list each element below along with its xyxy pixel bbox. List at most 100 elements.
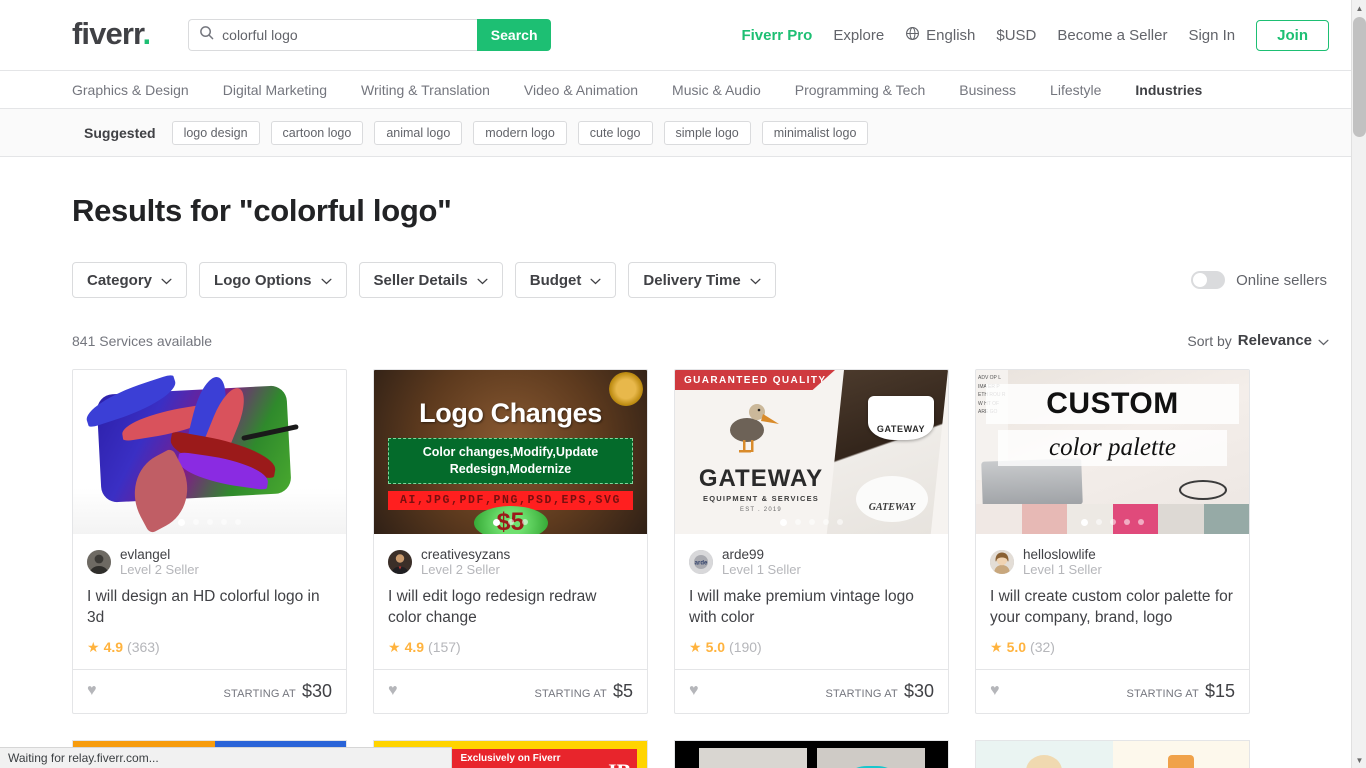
filter-bar: Category Logo Options Seller Details Bud… bbox=[72, 262, 1329, 298]
status-bar: Waiting for relay.fiverr.com... bbox=[0, 747, 452, 768]
filter-seller-details-label: Seller Details bbox=[373, 271, 468, 289]
suggested-chip-modern-logo[interactable]: modern logo bbox=[473, 120, 567, 145]
search-bar: Search bbox=[188, 19, 552, 51]
thumb-green-line-2: Redesign,Modernize bbox=[449, 461, 572, 476]
gig-title[interactable]: I will create custom color palette for y… bbox=[990, 587, 1235, 627]
star-icon: ★ bbox=[689, 638, 702, 655]
suggested-chip-minimalist-logo[interactable]: minimalist logo bbox=[761, 120, 869, 145]
suggested-chip-simple-logo[interactable]: simple logo bbox=[663, 120, 751, 145]
avatar bbox=[388, 550, 412, 575]
seller-info[interactable]: arde arde99 Level 1 Seller bbox=[689, 547, 934, 577]
sort-value: Relevance bbox=[1237, 332, 1312, 349]
seller-level: Level 1 Seller bbox=[1023, 561, 1102, 577]
thumb-green-line-1: Color changes,Modify,Update bbox=[422, 445, 599, 459]
heart-icon[interactable]: ♥ bbox=[87, 682, 97, 700]
filter-delivery-time[interactable]: Delivery Time bbox=[628, 262, 776, 298]
suggested-chip-cartoon-logo[interactable]: cartoon logo bbox=[270, 120, 364, 145]
become-a-seller-link[interactable]: Become a Seller bbox=[1057, 27, 1167, 44]
scroll-down-arrow-icon[interactable]: ▼ bbox=[1352, 752, 1366, 768]
sign-in-link[interactable]: Sign In bbox=[1188, 27, 1235, 44]
nav-explore[interactable]: Explore bbox=[833, 27, 884, 44]
search-button[interactable]: Search bbox=[477, 19, 552, 51]
language-label: English bbox=[926, 26, 976, 44]
nav-fiverr-pro[interactable]: Fiverr Pro bbox=[741, 27, 812, 44]
heart-icon[interactable]: ♥ bbox=[990, 682, 1000, 700]
catnav-item-music-audio[interactable]: Music & Audio bbox=[672, 82, 761, 98]
filter-category[interactable]: Category bbox=[72, 262, 188, 298]
currency-selector[interactable]: $USD bbox=[996, 27, 1036, 44]
chevron-down-icon bbox=[477, 272, 488, 289]
filter-budget[interactable]: Budget bbox=[514, 262, 617, 298]
gig-thumbnail[interactable] bbox=[73, 370, 346, 534]
search-input-wrapper[interactable] bbox=[188, 19, 478, 51]
gig-thumbnail[interactable]: Logo Changes Color changes,Modify,Update… bbox=[374, 370, 647, 534]
price-label: STARTING AT bbox=[1126, 687, 1199, 700]
thumb-badge-1: GATEWAY bbox=[868, 396, 934, 440]
online-sellers-toggle[interactable] bbox=[1191, 271, 1226, 289]
filter-logo-options[interactable]: Logo Options bbox=[199, 262, 347, 298]
price-amount: $5 bbox=[612, 680, 633, 701]
results-count: 841 Services available bbox=[72, 332, 213, 349]
gig-card[interactable]: evlangel Level 2 Seller I will design an… bbox=[72, 369, 347, 714]
filter-seller-details[interactable]: Seller Details bbox=[358, 262, 503, 298]
rating-count: (190) bbox=[729, 639, 762, 656]
suggested-chip-cute-logo[interactable]: cute logo bbox=[577, 120, 653, 145]
gig-title[interactable]: I will make premium vintage logo with co… bbox=[689, 587, 934, 627]
sort-dropdown[interactable]: Sort by Relevance bbox=[1187, 332, 1329, 349]
search-input[interactable] bbox=[222, 27, 468, 43]
gig-card[interactable]: ADV OP L IMA ER P ETH ROU R W HT OF ARE … bbox=[975, 369, 1250, 714]
thumb-line-2: color palette bbox=[998, 430, 1227, 466]
page-scrollbar[interactable]: ▲ ▼ bbox=[1351, 0, 1366, 768]
filter-budget-label: Budget bbox=[529, 271, 582, 289]
carousel-dots[interactable] bbox=[976, 519, 1249, 526]
catnav-item-business[interactable]: Business bbox=[959, 82, 1016, 98]
gig-price: STARTING AT $30 bbox=[825, 681, 934, 702]
catnav-item-programming-tech[interactable]: Programming & Tech bbox=[795, 82, 925, 98]
svg-text:arde: arde bbox=[695, 561, 708, 567]
gig-title[interactable]: I will edit logo redesign redraw color c… bbox=[388, 587, 633, 627]
chevron-down-icon bbox=[750, 272, 761, 289]
gig-card[interactable] bbox=[975, 739, 1250, 768]
catnav-item-writing-translation[interactable]: Writing & Translation bbox=[361, 82, 490, 98]
avatar: arde bbox=[689, 550, 713, 575]
scrollbar-thumb[interactable] bbox=[1353, 17, 1366, 137]
gig-card[interactable]: Logo Changes Color changes,Modify,Update… bbox=[373, 369, 648, 714]
catnav-item-industries[interactable]: Industries bbox=[1135, 82, 1202, 98]
catnav-item-digital-marketing[interactable]: Digital Marketing bbox=[223, 82, 327, 98]
logo-dot: . bbox=[142, 15, 151, 51]
language-selector[interactable]: English bbox=[905, 26, 975, 45]
gig-thumbnail[interactable]: GATEWAY GATEWAY GATEWAY EQUIPMENT & SERV… bbox=[675, 370, 948, 534]
catnav-item-graphics-design[interactable]: Graphics & Design bbox=[72, 82, 189, 98]
heart-icon[interactable]: ♥ bbox=[388, 682, 398, 700]
suggested-chip-animal-logo[interactable]: animal logo bbox=[374, 120, 463, 145]
fiverr-logo[interactable]: fiverr. bbox=[72, 15, 151, 51]
seller-info[interactable]: evlangel Level 2 Seller bbox=[87, 547, 332, 577]
price-label: STARTING AT bbox=[534, 687, 607, 700]
header-nav: Fiverr Pro Explore English $USD Become a… bbox=[741, 19, 1329, 51]
carousel-dots[interactable] bbox=[675, 519, 948, 526]
gig-thumbnail[interactable]: ADV OP L IMA ER P ETH ROU R W HT OF ARE … bbox=[976, 370, 1249, 534]
seller-name: creativesyzans bbox=[421, 547, 511, 562]
gig-card[interactable] bbox=[674, 739, 949, 768]
seller-name: helloslowlife bbox=[1023, 547, 1096, 562]
catnav-item-video-animation[interactable]: Video & Animation bbox=[524, 82, 638, 98]
price-label: STARTING AT bbox=[223, 687, 296, 700]
gig-title[interactable]: I will design an HD colorful logo in 3d bbox=[87, 587, 332, 627]
seller-info[interactable]: creativesyzans Level 2 Seller bbox=[388, 547, 633, 577]
heart-icon[interactable]: ♥ bbox=[689, 682, 699, 700]
chevron-down-icon bbox=[161, 272, 172, 289]
suggested-chip-logo-design[interactable]: logo design bbox=[171, 120, 260, 145]
scroll-up-arrow-icon[interactable]: ▲ bbox=[1352, 0, 1366, 16]
carousel-dots[interactable] bbox=[73, 519, 346, 526]
gig-card-footer: ♥ STARTING AT $30 bbox=[675, 668, 948, 713]
gig-rating: ★ 4.9 (363) bbox=[87, 639, 332, 669]
gig-card[interactable]: GATEWAY GATEWAY GATEWAY EQUIPMENT & SERV… bbox=[674, 369, 949, 714]
thumb-subtext: EQUIPMENT & SERVICES bbox=[703, 494, 819, 503]
seller-info[interactable]: helloslowlife Level 1 Seller bbox=[990, 547, 1235, 577]
join-button[interactable]: Join bbox=[1256, 19, 1329, 51]
gig-price: STARTING AT $15 bbox=[1126, 681, 1235, 702]
carousel-dots[interactable] bbox=[374, 519, 647, 526]
search-icon bbox=[199, 25, 214, 45]
catnav-item-lifestyle[interactable]: Lifestyle bbox=[1050, 82, 1101, 98]
filter-category-label: Category bbox=[87, 271, 153, 289]
